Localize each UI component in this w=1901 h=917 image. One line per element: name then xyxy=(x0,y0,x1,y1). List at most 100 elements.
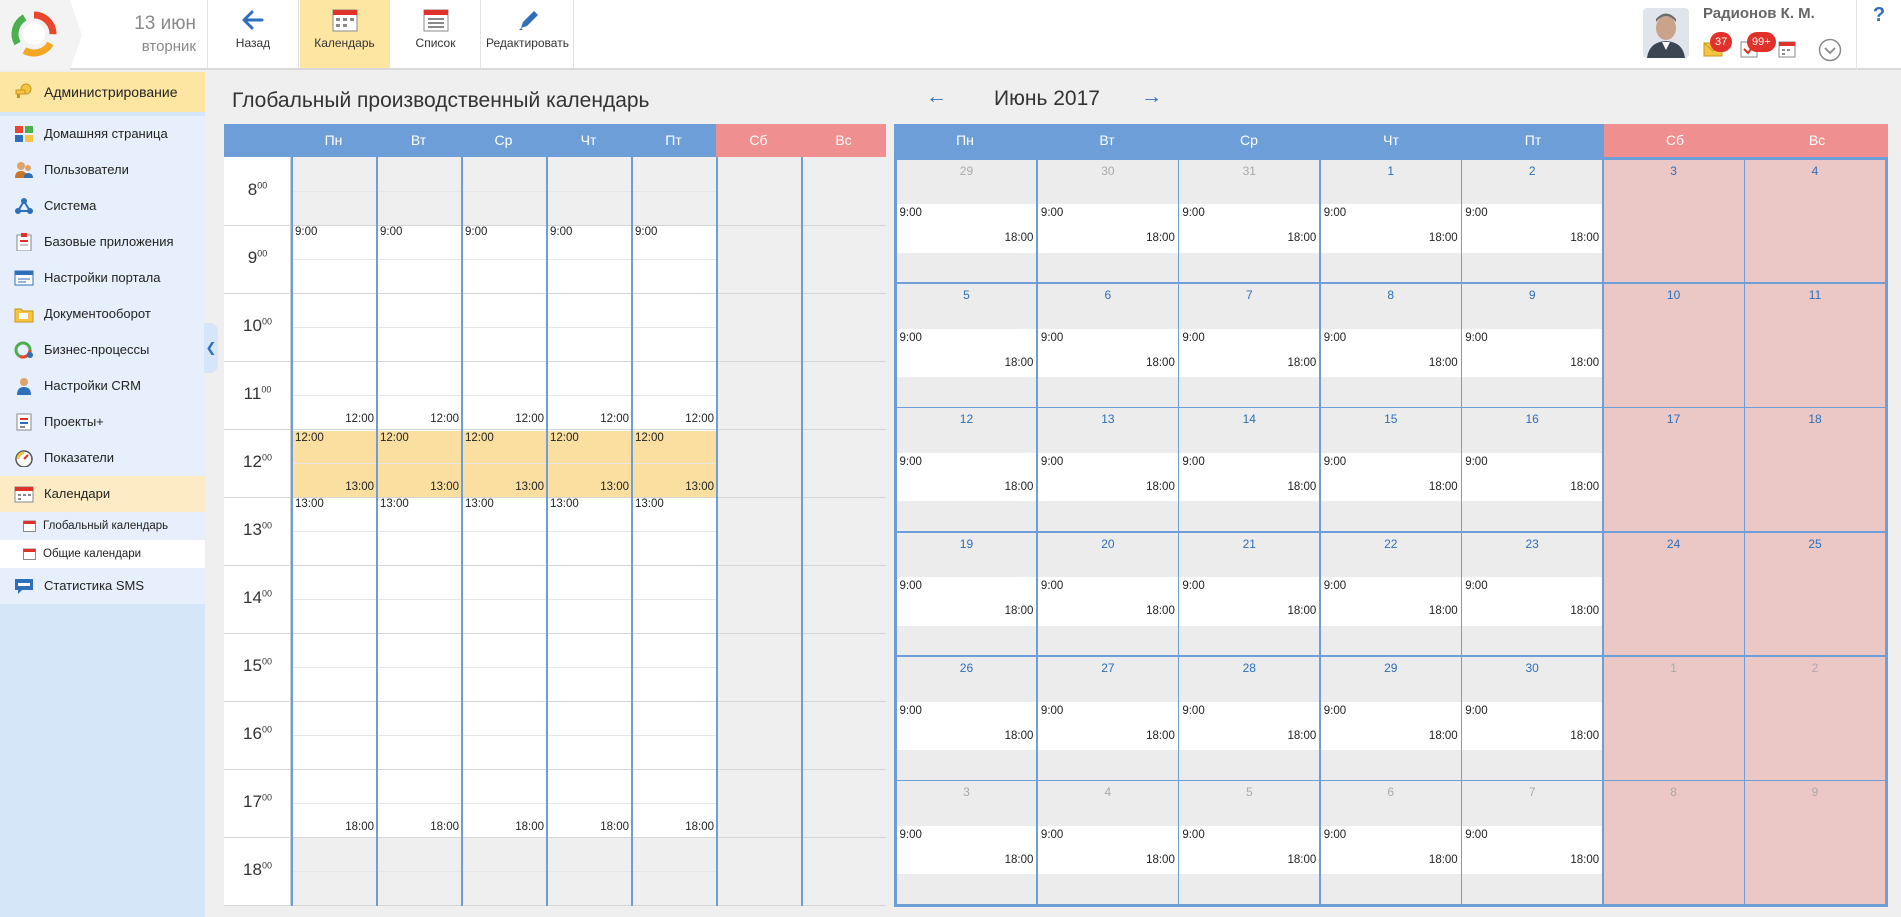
sidebar-item-base-apps[interactable]: Базовые приложения xyxy=(0,224,205,260)
hour-gridline xyxy=(718,565,801,566)
hour-label: 1100 xyxy=(224,384,291,404)
month-day-cell[interactable]: 9 9:00 18:00 xyxy=(1462,283,1603,407)
chevron-down-icon[interactable] xyxy=(1818,38,1842,62)
sidebar-item-projects[interactable]: Проекты+ xyxy=(0,404,205,440)
month-day-cell[interactable]: 3 xyxy=(1603,159,1744,283)
month-day-cell[interactable]: 30 9:00 18:00 xyxy=(1462,656,1603,780)
sidebar-item-users[interactable]: Пользователи xyxy=(0,152,205,188)
month-day-cell[interactable]: 6 9:00 18:00 xyxy=(1037,283,1178,407)
day-number: 3 xyxy=(1670,163,1677,178)
month-day-cell[interactable]: 9 xyxy=(1745,781,1885,904)
hour-gridline xyxy=(718,701,801,702)
month-day-cell[interactable]: 23 9:00 18:00 xyxy=(1462,532,1603,656)
work-start-time: 9:00 xyxy=(550,226,573,238)
sidebar-item-portal-settings[interactable]: Настройки портала xyxy=(0,260,205,296)
sidebar-item-calendars[interactable]: Календари xyxy=(0,476,205,512)
month-day-cell[interactable]: 29 9:00 18:00 xyxy=(1320,656,1461,780)
sidebar-item-crm-settings[interactable]: Настройки CRM xyxy=(0,368,205,404)
month-day-cell[interactable]: 26 9:00 18:00 xyxy=(896,656,1037,780)
month-day-cell[interactable]: 12 9:00 18:00 xyxy=(896,408,1037,531)
sidebar-subitem-shared-calendars[interactable]: Общие календари xyxy=(0,540,205,568)
sidebar-subitem-label: Общие календари xyxy=(43,548,142,560)
half-hour-line xyxy=(293,735,376,736)
day-start-time: 9:00 xyxy=(1323,455,1347,468)
hour-gridline xyxy=(718,293,801,294)
month-day-cell[interactable]: 15 9:00 18:00 xyxy=(1320,408,1461,531)
month-day-cell[interactable]: 31 9:00 18:00 xyxy=(1179,159,1320,283)
month-day-header: Вс xyxy=(1746,124,1888,157)
month-day-cell[interactable]: 20 9:00 18:00 xyxy=(1037,532,1178,656)
day-end-time: 18:00 xyxy=(1287,232,1317,245)
month-day-cell[interactable]: 29 9:00 18:00 xyxy=(896,159,1037,283)
user-name[interactable]: Радионов К. М. xyxy=(1703,5,1815,22)
app-logo[interactable] xyxy=(0,0,70,70)
sidebar-item-business-processes[interactable]: Бизнес-процессы xyxy=(0,332,205,368)
day-end-time: 18:00 xyxy=(1428,356,1458,369)
month-day-cell[interactable]: 3 9:00 18:00 xyxy=(896,781,1037,904)
sidebar-subitem-global-calendar[interactable]: Глобальный календарь xyxy=(0,512,205,540)
hour-label: 1500 xyxy=(224,656,291,676)
prev-month-button[interactable]: ← xyxy=(926,85,947,109)
month-day-cell[interactable]: 13 9:00 18:00 xyxy=(1037,408,1178,531)
sidebar-item-documents[interactable]: Документооборот xyxy=(0,296,205,332)
month-day-cell[interactable]: 25 xyxy=(1745,532,1885,656)
month-day-cell[interactable]: 8 xyxy=(1603,781,1744,904)
list-view-button[interactable]: Список xyxy=(391,0,481,68)
month-day-cell[interactable]: 8 9:00 18:00 xyxy=(1320,283,1461,407)
month-day-cell[interactable]: 10 xyxy=(1603,283,1744,407)
back-button[interactable]: Назад xyxy=(207,0,299,68)
month-day-cell[interactable]: 6 9:00 18:00 xyxy=(1320,781,1461,904)
day-start-time: 9:00 xyxy=(1040,207,1064,220)
hour-gridline xyxy=(718,633,801,634)
day-number: 6 xyxy=(1104,287,1112,302)
avatar[interactable] xyxy=(1643,8,1689,58)
hour-value: 15 xyxy=(243,656,262,675)
hour-gridline xyxy=(633,905,716,906)
month-day-cell[interactable]: 4 9:00 18:00 xyxy=(1037,781,1178,904)
month-day-cell[interactable]: 1 9:00 18:00 xyxy=(1320,159,1461,283)
half-hour-line xyxy=(293,803,376,804)
day-number: 9 xyxy=(1528,287,1536,302)
month-day-cell[interactable]: 2 9:00 18:00 xyxy=(1462,159,1603,283)
month-day-cell[interactable]: 2 xyxy=(1745,656,1885,780)
month-day-cell[interactable]: 16 9:00 18:00 xyxy=(1462,408,1603,531)
edit-button[interactable]: Редактировать xyxy=(482,0,574,68)
sidebar-item-administration[interactable]: Администрирование xyxy=(0,72,205,112)
month-day-cell[interactable]: 4 xyxy=(1745,159,1885,283)
month-day-cell[interactable]: 21 9:00 18:00 xyxy=(1179,532,1320,656)
half-hour-line xyxy=(463,191,546,192)
lunch-start-marker: 12:00 xyxy=(515,413,544,425)
lunch-end-time: 13:00 xyxy=(295,498,324,510)
sidebar-collapse-button[interactable]: ❮ xyxy=(204,323,218,373)
sidebar: Администрирование Домашняя страница Поль… xyxy=(0,72,205,917)
month-day-cell[interactable]: 17 xyxy=(1603,408,1744,531)
month-day-cell[interactable]: 22 9:00 18:00 xyxy=(1320,532,1461,656)
day-number: 28 xyxy=(1242,660,1256,675)
month-day-cell[interactable]: 30 9:00 18:00 xyxy=(1037,159,1178,283)
month-day-cell[interactable]: 5 9:00 18:00 xyxy=(1179,781,1320,904)
month-day-cell[interactable]: 27 9:00 18:00 xyxy=(1037,656,1178,780)
month-day-cell[interactable]: 28 9:00 18:00 xyxy=(1179,656,1320,780)
calendar-events-icon[interactable] xyxy=(1778,40,1796,58)
month-day-cell[interactable]: 1 xyxy=(1603,656,1744,780)
next-month-button[interactable]: → xyxy=(1141,85,1162,109)
month-day-cell[interactable]: 14 9:00 18:00 xyxy=(1179,408,1320,531)
sidebar-item-home[interactable]: Домашняя страница xyxy=(0,116,205,152)
help-icon[interactable]: ? xyxy=(1857,4,1901,27)
calendar-view-button[interactable]: Календарь xyxy=(300,0,390,68)
week-day-column: 9:00 12:00 12:00 13:00 13:00 18:00 xyxy=(546,157,631,906)
sidebar-item-system[interactable]: Система xyxy=(0,188,205,224)
month-day-cell[interactable]: 19 9:00 18:00 xyxy=(896,532,1037,656)
month-day-cell[interactable]: 11 xyxy=(1745,283,1885,407)
month-day-cell[interactable]: 5 9:00 18:00 xyxy=(896,283,1037,407)
hour-gridline xyxy=(718,361,801,362)
month-day-cell[interactable]: 24 xyxy=(1603,532,1744,656)
hour-gridline xyxy=(718,837,801,838)
windows-icon xyxy=(15,126,33,142)
sidebar-item-sms-stats[interactable]: Статистика SMS xyxy=(0,568,205,604)
month-day-cell[interactable]: 18 xyxy=(1745,408,1885,531)
month-day-cell[interactable]: 7 9:00 18:00 xyxy=(1462,781,1603,904)
sidebar-item-indicators[interactable]: Показатели xyxy=(0,440,205,476)
month-day-cell[interactable]: 7 9:00 18:00 xyxy=(1179,283,1320,407)
day-start-time: 9:00 xyxy=(899,455,922,468)
